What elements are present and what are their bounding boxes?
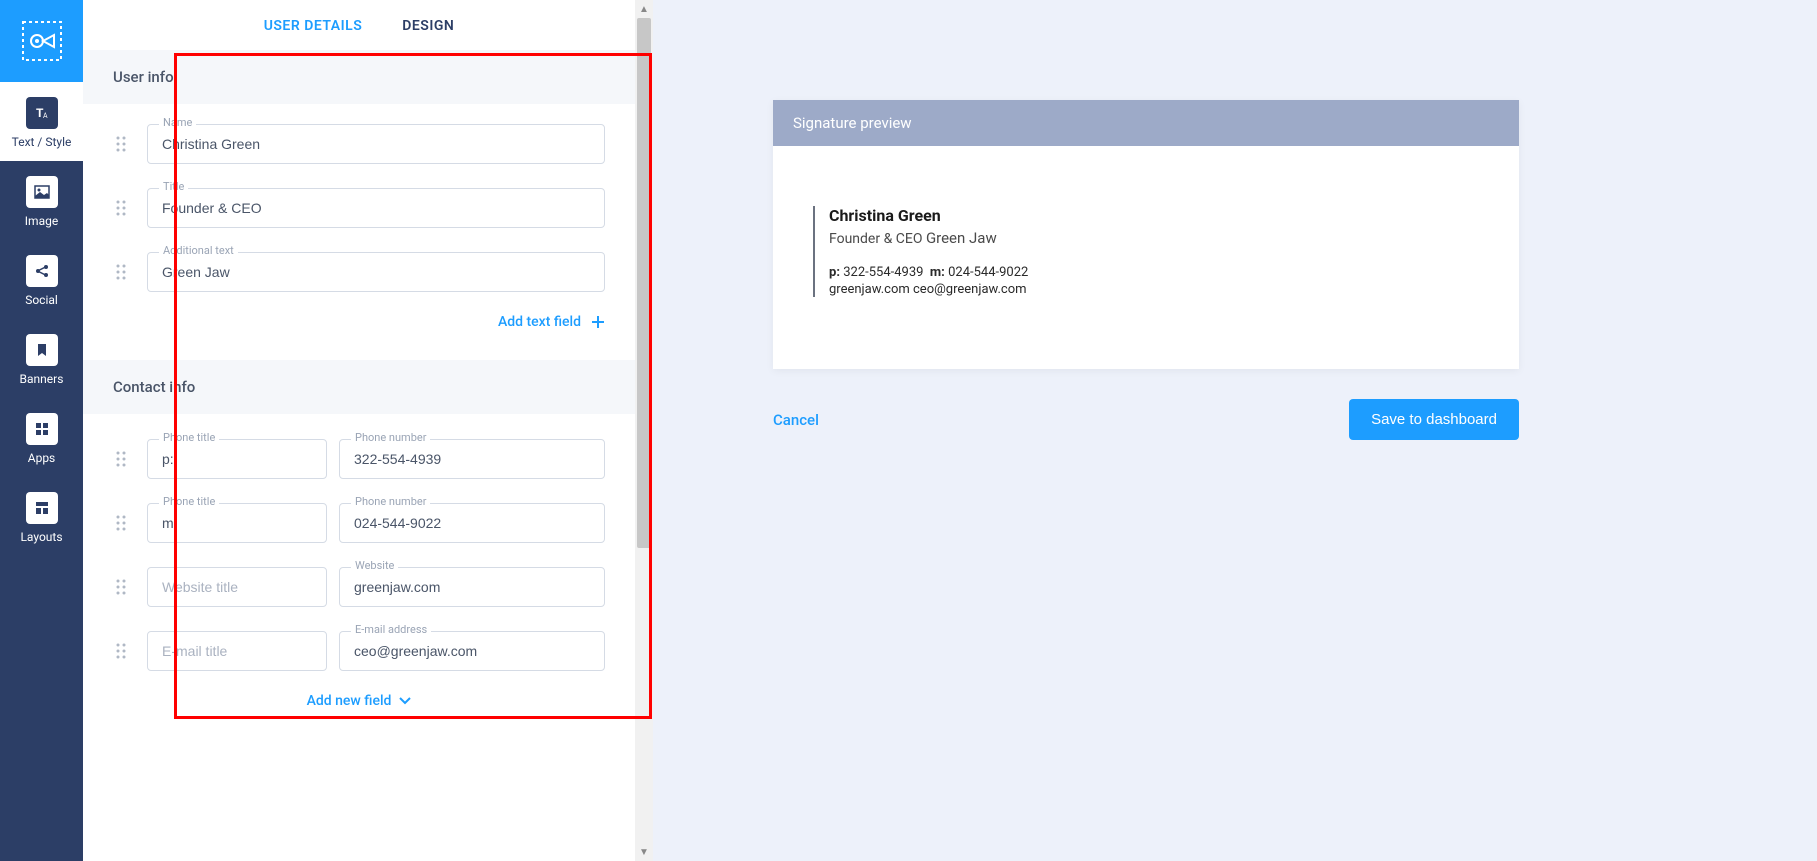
phone1-num-input[interactable] [339, 439, 605, 479]
image-icon [26, 176, 58, 208]
phone1-title-label: Phone title [159, 431, 219, 444]
banners-icon [26, 334, 58, 366]
email-label: E-mail address [351, 623, 431, 636]
phone1-num-label: Phone number [351, 431, 430, 444]
signature-block: Christina Green Founder & CEO Green Jaw … [813, 206, 1479, 297]
chevron-down-icon [399, 697, 411, 705]
sidebar-item-label: Apps [28, 451, 56, 465]
title-label: Title [159, 180, 188, 193]
add-new-field-button[interactable]: Add new field [307, 693, 412, 709]
phone2-num-input[interactable] [339, 503, 605, 543]
name-input[interactable] [147, 124, 605, 164]
stamp-icon [20, 19, 64, 63]
apps-icon [26, 413, 58, 445]
tabs: USER DETAILS DESIGN [83, 0, 635, 50]
sidebar: TA Text / Style Image Social Banners [0, 0, 83, 861]
svg-text:A: A [43, 112, 48, 120]
sidebar-item-layouts[interactable]: Layouts [0, 477, 83, 556]
scroll-down-icon[interactable]: ▼ [635, 843, 653, 861]
drag-handle-icon[interactable] [113, 200, 129, 216]
action-row: Cancel Save to dashboard [773, 399, 1519, 440]
website-input[interactable] [339, 567, 605, 607]
scroll-thumb[interactable] [637, 18, 651, 548]
sidebar-item-label: Layouts [20, 530, 62, 544]
website-title-input[interactable] [147, 567, 327, 607]
sidebar-item-label: Banners [20, 372, 64, 386]
sidebar-item-label: Text / Style [12, 135, 72, 149]
website-label: Website [351, 559, 398, 572]
scrollbar[interactable]: ▲ ▼ [635, 0, 653, 861]
sidebar-item-social[interactable]: Social [0, 240, 83, 319]
text-style-icon: TA [26, 97, 58, 129]
phone2-num-label: Phone number [351, 495, 430, 508]
sidebar-item-text-style[interactable]: TA Text / Style [0, 82, 83, 161]
preview-header: Signature preview [773, 100, 1519, 146]
user-fields: Name Title Additional text [83, 104, 635, 304]
section-contact-info: Contact info [83, 360, 635, 414]
cancel-button[interactable]: Cancel [773, 411, 819, 429]
sidebar-item-label: Social [25, 293, 58, 307]
email-title-input[interactable] [147, 631, 327, 671]
name-label: Name [159, 116, 196, 129]
additional-label: Additional text [159, 244, 238, 257]
sidebar-item-banners[interactable]: Banners [0, 319, 83, 398]
contact-fields: Phone title Phone number Phone title [83, 414, 635, 681]
tab-user-details[interactable]: USER DETAILS [264, 18, 363, 34]
additional-input[interactable] [147, 252, 605, 292]
signature-title-line: Founder & CEO Green Jaw [829, 229, 1479, 247]
phone2-title-input[interactable] [147, 503, 327, 543]
drag-handle-icon[interactable] [113, 515, 129, 531]
preview-card: Signature preview Christina Green Founde… [773, 100, 1519, 369]
social-icon [26, 255, 58, 287]
section-user-info: User info [83, 50, 635, 104]
app-logo[interactable] [0, 0, 83, 82]
email-input[interactable] [339, 631, 605, 671]
preview-area: Signature preview Christina Green Founde… [653, 0, 1817, 861]
drag-handle-icon[interactable] [113, 643, 129, 659]
scroll-up-icon[interactable]: ▲ [635, 0, 653, 18]
drag-handle-icon[interactable] [113, 264, 129, 280]
editor-panel: USER DETAILS DESIGN User info Name Title [83, 0, 635, 861]
preview-body: Christina Green Founder & CEO Green Jaw … [773, 146, 1519, 369]
signature-name: Christina Green [829, 206, 1479, 225]
phone2-title-label: Phone title [159, 495, 219, 508]
add-text-field-button[interactable]: Add text field [498, 314, 605, 330]
signature-phone-line: p: 322-554-4939 m: 024-544-9022 [829, 265, 1479, 280]
title-input[interactable] [147, 188, 605, 228]
layouts-icon [26, 492, 58, 524]
plus-icon [591, 315, 605, 329]
drag-handle-icon[interactable] [113, 451, 129, 467]
drag-handle-icon[interactable] [113, 579, 129, 595]
sidebar-item-apps[interactable]: Apps [0, 398, 83, 477]
signature-web-line: greenjaw.com ceo@greenjaw.com [829, 282, 1479, 297]
sidebar-item-label: Image [25, 214, 58, 228]
sidebar-item-image[interactable]: Image [0, 161, 83, 240]
save-to-dashboard-button[interactable]: Save to dashboard [1349, 399, 1519, 440]
drag-handle-icon[interactable] [113, 136, 129, 152]
phone1-title-input[interactable] [147, 439, 327, 479]
tab-design[interactable]: DESIGN [402, 18, 454, 34]
